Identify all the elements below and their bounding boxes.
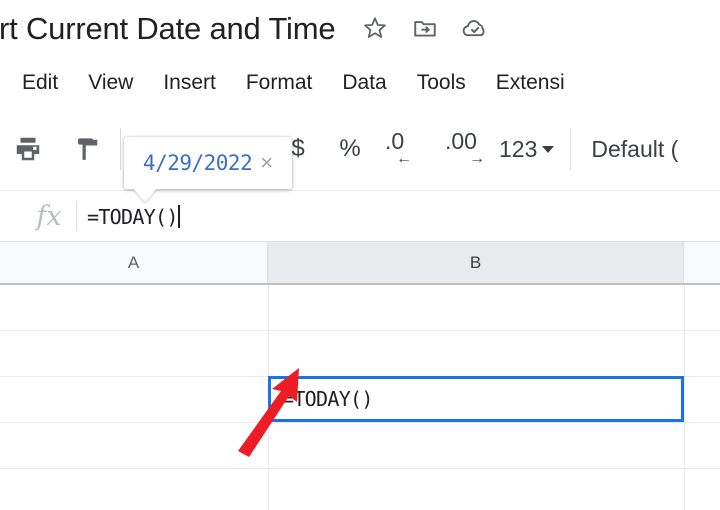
font-family-selector[interactable]: Default ( — [591, 137, 678, 161]
tooltip-value: 4/29/2022 — [142, 150, 253, 175]
toolbar-divider-2 — [570, 128, 572, 170]
number-format-label: 123 — [499, 135, 538, 162]
number-format-button[interactable]: 123 — [499, 135, 555, 162]
toolbar: $ % .0 ← .00 → 123 Default ( — [0, 110, 720, 188]
title-bar-icon-group — [361, 14, 489, 42]
percent-format-button[interactable]: % — [335, 137, 365, 161]
toolbar-divider-1 — [120, 128, 121, 170]
selected-cell-value: =TODAY() — [282, 387, 373, 411]
formula-input[interactable]: =TODAY() — [87, 204, 180, 229]
column-header-row: A B — [0, 242, 720, 285]
close-icon[interactable]: × — [260, 152, 273, 174]
grid-column-line — [684, 285, 685, 510]
move-to-folder-icon[interactable] — [411, 14, 439, 42]
formula-bar-divider — [76, 201, 77, 231]
spreadsheet-grid: A B =TODAY() — [0, 242, 720, 510]
menu-item-tools[interactable]: Tools — [417, 72, 466, 93]
cell-value-tooltip: 4/29/2022 × — [124, 137, 292, 189]
grid-row-line — [0, 422, 720, 423]
google-sheets-window: ert Current Date and Time Edit View Inse… — [0, 0, 720, 510]
increase-decimal-button[interactable]: .00 → — [443, 124, 493, 174]
paint-format-icon[interactable] — [68, 129, 108, 169]
formula-input-value: =TODAY() — [87, 204, 178, 229]
formula-bar: fx =TODAY() — [0, 190, 720, 242]
text-cursor — [177, 204, 180, 228]
menu-item-edit[interactable]: Edit — [22, 72, 58, 93]
menu-item-insert[interactable]: Insert — [163, 72, 216, 93]
column-header-a[interactable]: A — [0, 242, 268, 283]
decrease-decimal-button[interactable]: .0 ← — [383, 124, 433, 174]
title-bar: ert Current Date and Time — [0, 0, 720, 56]
star-icon[interactable] — [361, 14, 389, 42]
menu-item-format[interactable]: Format — [246, 72, 313, 93]
grid-row-line — [0, 330, 720, 331]
grid-cells-area[interactable]: =TODAY() — [0, 285, 720, 510]
column-header-c[interactable] — [684, 242, 720, 283]
menu-item-data[interactable]: Data — [342, 72, 386, 93]
menu-bar: Edit View Insert Format Data Tools Exten… — [0, 58, 720, 106]
arrow-right-icon: → — [469, 150, 485, 167]
print-icon[interactable] — [8, 129, 48, 169]
grid-row-line — [0, 468, 720, 469]
document-title[interactable]: ert Current Date and Time — [0, 13, 336, 44]
cloud-saved-icon[interactable] — [461, 14, 489, 42]
selected-cell-b3[interactable]: =TODAY() — [268, 376, 684, 422]
column-header-b[interactable]: B — [268, 242, 684, 283]
menu-item-view[interactable]: View — [88, 72, 133, 93]
function-icon[interactable]: fx — [26, 203, 72, 230]
chevron-down-icon — [542, 145, 555, 153]
menu-item-extensions[interactable]: Extensi — [496, 72, 565, 93]
arrow-left-icon: ← — [396, 150, 412, 167]
